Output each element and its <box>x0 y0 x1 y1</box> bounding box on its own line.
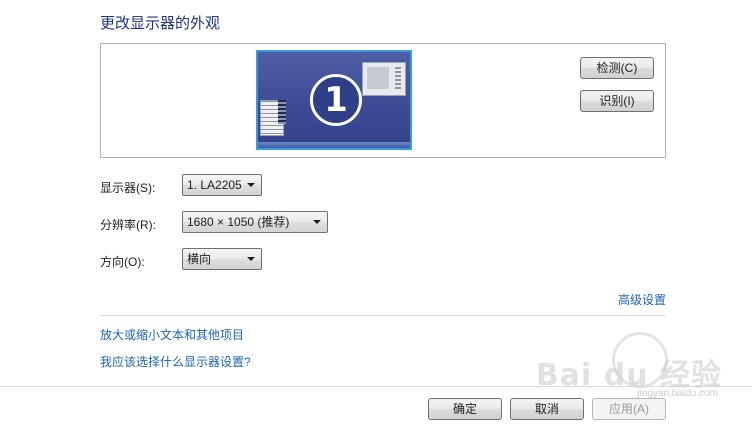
identify-button[interactable]: 识别(I) <box>580 90 654 112</box>
ok-button[interactable]: 确定 <box>428 398 502 420</box>
display-settings-help-link[interactable]: 我应该选择什么显示器设置? <box>100 353 251 370</box>
display-label: 显示器(S): <box>100 181 156 195</box>
apply-button[interactable]: 应用(A) <box>592 398 666 420</box>
display-select[interactable]: 1. LA2205 <box>182 174 262 196</box>
text-size-link[interactable]: 放大或缩小文本和其他项目 <box>100 326 244 343</box>
window-preview-icon <box>362 62 406 96</box>
orientation-select-value: 横向 <box>187 252 212 266</box>
resolution-label: 分辨率(R): <box>100 218 156 232</box>
chevron-down-icon <box>247 183 255 187</box>
scrollbar-preview-icon <box>278 100 286 124</box>
display-select-value: 1. LA2205 <box>187 178 242 192</box>
resolution-select-value: 1680 × 1050 (推荐) <box>187 215 290 229</box>
resolution-select[interactable]: 1680 × 1050 (推荐) <box>182 211 328 233</box>
monitor-number-badge: 1 <box>310 74 362 126</box>
monitor-thumbnail[interactable]: 1 <box>256 50 412 150</box>
chevron-down-icon <box>313 220 321 224</box>
orientation-label: 方向(O): <box>100 255 145 269</box>
chevron-down-icon <box>247 257 255 261</box>
page-title: 更改显示器的外观 <box>100 15 221 32</box>
divider <box>100 315 665 316</box>
advanced-settings-link[interactable]: 高级设置 <box>618 291 666 308</box>
cancel-button[interactable]: 取消 <box>510 398 584 420</box>
monitor-preview-area: 1 检测(C) 识别(I) <box>100 43 666 158</box>
detect-button[interactable]: 检测(C) <box>580 57 654 79</box>
taskbar-preview <box>258 142 410 148</box>
orientation-select[interactable]: 横向 <box>182 248 262 270</box>
